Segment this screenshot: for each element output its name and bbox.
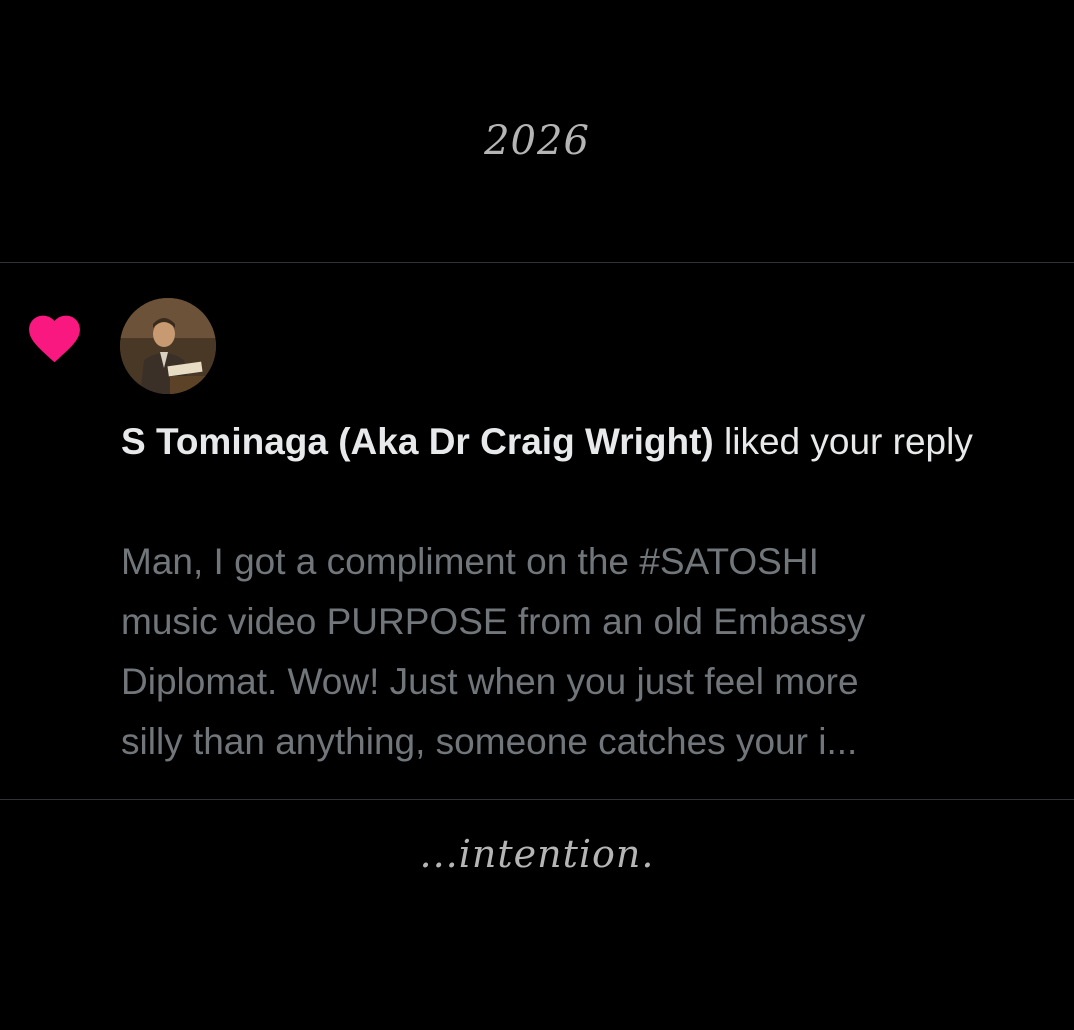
bottom-caption: ...intention.: [419, 832, 655, 876]
tweet-preview[interactable]: Man, I got a compliment on the #SATOSHI …: [121, 532, 1051, 772]
heart-shape: [29, 315, 80, 363]
heart-icon: [29, 315, 80, 363]
divider-bottom: [0, 799, 1074, 800]
preview-line: music video PURPOSE from an old Embassy: [121, 601, 866, 642]
avatar-portrait: [120, 298, 216, 394]
top-caption: 2026: [484, 118, 590, 164]
notification-action: liked your reply: [713, 421, 973, 462]
preview-line: Man, I got a compliment on the #SATOSHI: [121, 541, 819, 582]
avatar[interactable]: [120, 298, 216, 394]
preview-line: Diplomat. Wow! Just when you just feel m…: [121, 661, 859, 702]
author-name[interactable]: S Tominaga (Aka Dr Craig Wright): [121, 421, 714, 462]
preview-line: silly than anything, someone catches you…: [121, 721, 858, 762]
notification-text: S Tominaga (Aka Dr Craig Wright) liked y…: [121, 412, 1051, 472]
